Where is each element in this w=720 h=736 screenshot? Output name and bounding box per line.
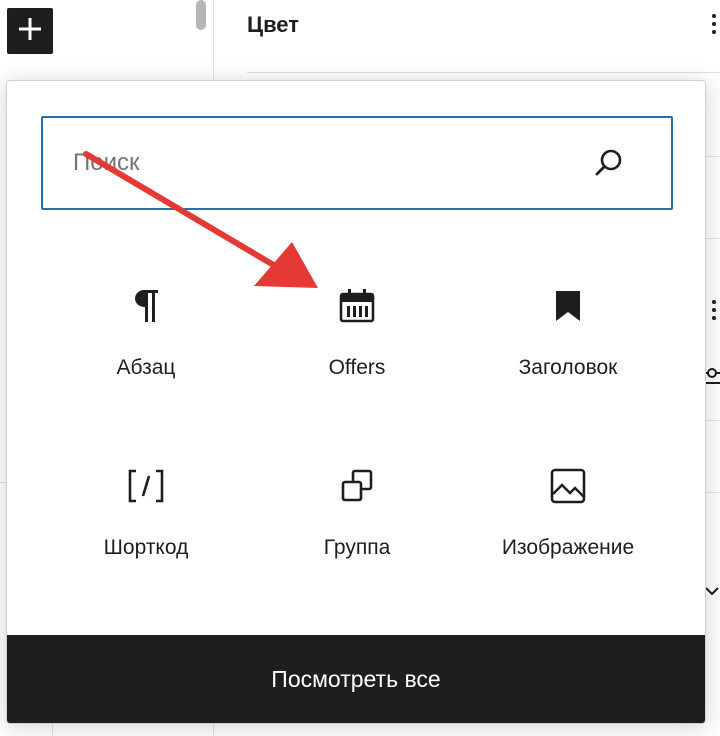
panel-separator: [706, 238, 720, 239]
add-block-button[interactable]: [7, 8, 53, 54]
panel-separator: [52, 724, 53, 736]
search-field[interactable]: [41, 116, 673, 210]
block-inserter-popover: Абзац Offers: [6, 80, 706, 724]
block-item-image[interactable]: Изображение: [463, 436, 673, 606]
block-label: Изображение: [501, 536, 635, 559]
block-item-heading[interactable]: Заголовок: [463, 256, 673, 426]
search-input[interactable]: [43, 118, 603, 208]
shortcode-icon: [126, 466, 166, 506]
block-item-shortcode[interactable]: Шорткод: [41, 436, 251, 606]
search-icon[interactable]: [593, 147, 625, 179]
block-item-offers[interactable]: Offers: [252, 256, 462, 426]
block-label: Абзац: [116, 356, 176, 379]
block-label: Offers: [328, 356, 386, 379]
block-list: Абзац Offers Заголовок Шорткод Группа Из…: [41, 256, 673, 616]
calendar-icon: [337, 286, 377, 326]
panel-separator: [706, 492, 720, 493]
panel-separator: [706, 156, 720, 157]
block-label: Заголовок: [518, 356, 618, 379]
panel-options-icon[interactable]: [712, 14, 716, 38]
block-item-group[interactable]: Группа: [252, 436, 462, 606]
panel-separator: [213, 724, 214, 736]
block-options-icon[interactable]: [712, 300, 716, 330]
block-label: Шорткод: [103, 536, 189, 559]
settings-slider-icon[interactable]: [704, 366, 720, 388]
sidebar-divider: [213, 0, 214, 80]
settings-panel-title: Цвет: [247, 12, 300, 37]
editor-top-area: [0, 0, 720, 72]
image-icon: [548, 466, 588, 506]
scrollbar-thumb[interactable]: [196, 0, 206, 30]
panel-separator: [247, 72, 720, 73]
bookmark-icon: [548, 286, 588, 326]
chevron-down-icon[interactable]: [704, 582, 720, 600]
group-icon: [337, 466, 377, 506]
browse-all-button[interactable]: Посмотреть все: [7, 635, 705, 723]
block-item-paragraph[interactable]: Абзац: [41, 256, 251, 426]
panel-separator: [706, 420, 720, 421]
block-label: Группа: [323, 536, 391, 559]
paragraph-icon: [126, 286, 166, 326]
plus-icon: [17, 16, 43, 47]
